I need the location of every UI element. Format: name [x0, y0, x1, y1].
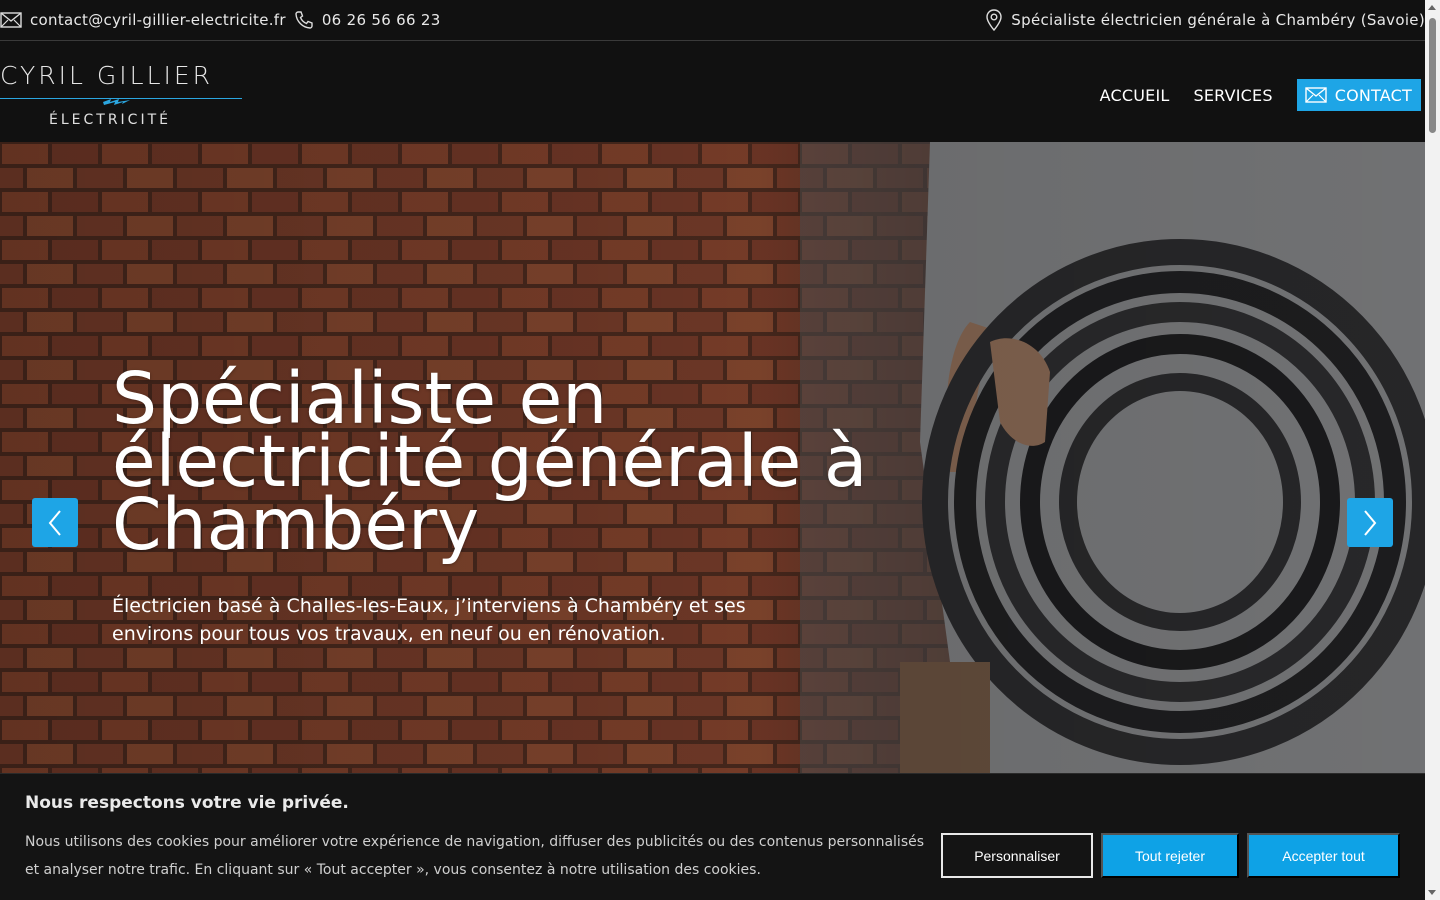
nav-contact-label: CONTACT [1334, 85, 1412, 105]
cookie-title: Nous respectons votre vie privée. [25, 793, 349, 813]
mail-icon [1305, 87, 1327, 103]
top-bar-email: contact@cyril-gillier-electricite.fr [30, 11, 286, 29]
top-bar-email-link[interactable]: contact@cyril-gillier-electricite.fr [0, 11, 286, 29]
top-bar-contacts: contact@cyril-gillier-electricite.fr 06 … [0, 10, 441, 30]
nav-contact-button[interactable]: CONTACT [1296, 79, 1421, 111]
cookie-text: Nous utilisons des cookies pour améliore… [25, 834, 925, 878]
site-header: CYRIL GILLIER ÉLECTRICITÉ ACCUEIL SERVIC… [0, 41, 1425, 142]
top-bar-location: Spécialiste électricien générale à Chamb… [985, 9, 1425, 31]
map-pin-icon [985, 9, 1003, 31]
slider-next-button[interactable] [1347, 498, 1393, 547]
logo-subtitle: ÉLECTRICITÉ [49, 112, 171, 128]
hero-title: Spécialiste en électricité générale à Ch… [112, 357, 868, 566]
page-scrollbar[interactable] [1425, 0, 1440, 900]
cookie-banner: Nous respectons votre vie privée. Nous u… [0, 773, 1425, 900]
scrollbar-thumb[interactable] [1429, 18, 1436, 133]
top-bar-phone: 06 26 56 66 23 [321, 11, 441, 29]
top-bar: contact@cyril-gillier-electricite.fr 06 … [0, 0, 1425, 41]
slider-prev-button[interactable] [32, 498, 78, 547]
scroll-up-arrow[interactable] [1428, 5, 1436, 10]
bolt-icon [102, 92, 132, 111]
chevron-left-icon [48, 509, 61, 536]
cookie-accept-button[interactable]: Accepter tout [1247, 833, 1400, 878]
top-bar-location-text: Spécialiste électricien générale à Chamb… [1011, 11, 1425, 29]
site-logo[interactable]: CYRIL GILLIER ÉLECTRICITÉ [0, 61, 245, 131]
nav-item-services[interactable]: SERVICES [1194, 86, 1273, 105]
hero-slider: Spécialiste en électricité générale à Ch… [0, 142, 1425, 773]
hero-subtitle: Électricien basé à Challes-les-Eaux, j’i… [112, 595, 746, 645]
top-bar-phone-link[interactable]: 06 26 56 66 23 [294, 10, 441, 30]
cookie-reject-button[interactable]: Tout rejeter [1101, 833, 1239, 878]
logo-name: CYRIL GILLIER [0, 61, 214, 90]
cookie-customize-button[interactable]: Personnaliser [941, 833, 1093, 878]
nav-item-accueil[interactable]: ACCUEIL [1100, 86, 1170, 105]
main-nav: ACCUEIL SERVICES CONTACT [1100, 79, 1421, 111]
mail-icon [0, 12, 22, 28]
chevron-right-icon [1364, 509, 1377, 536]
scroll-down-arrow[interactable] [1428, 890, 1436, 895]
phone-icon [294, 10, 314, 30]
